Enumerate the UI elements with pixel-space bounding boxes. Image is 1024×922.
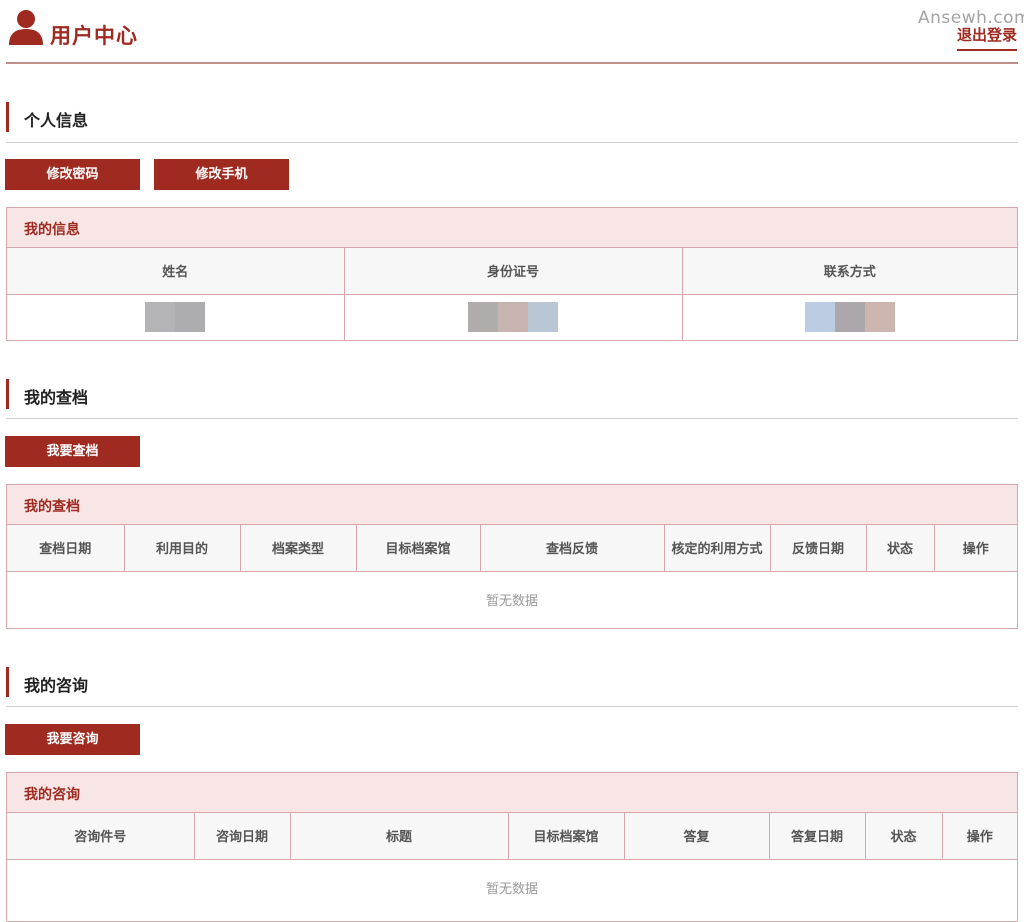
column-header: 答复日期 [769,813,866,860]
archive-table: 查档日期 利用目的 档案类型 目标档案馆 查档反馈 核定的利用方式 反馈日期 状… [7,525,1017,627]
page-title: 用户中心 [50,24,138,48]
column-header: 操作 [934,525,1017,572]
request-archive-button[interactable]: 我要查档 [5,436,140,467]
header-divider [6,62,1018,64]
empty-state: 暂无数据 [485,593,538,609]
redacted-name [145,302,206,333]
contact-cell [682,294,1017,340]
column-header: 状态 [866,525,935,572]
section-marker [6,667,9,697]
archive-panel: 我的查档 查档日期 利用目的 档案类型 目标档案馆 查档反馈 核定的利用方式 反… [6,484,1018,629]
redacted-contact [804,302,895,333]
logout-link[interactable]: 退出登录 [957,24,1018,51]
section-title: 我的咨询 [24,676,89,695]
my-info-table: 姓名 身份证号 联系方式 [7,248,1017,340]
panel-title: 我的咨询 [24,787,80,803]
panel-title: 我的信息 [24,222,80,238]
my-info-panel: 我的信息 姓名 身份证号 联系方式 [6,207,1018,341]
section-my-archive: 我的查档 [6,379,1018,409]
panel-title: 我的查档 [24,499,80,515]
column-header: 核定的利用方式 [664,525,771,572]
column-header: 利用目的 [124,525,241,572]
column-header: 咨询件号 [7,813,195,860]
user-icon [9,10,43,45]
column-header: 咨询日期 [194,813,291,860]
id-number-cell [344,294,683,340]
column-header: 操作 [942,813,1017,860]
column-header: 查档日期 [7,525,125,572]
column-header: 查档反馈 [480,525,665,572]
request-consult-button[interactable]: 我要咨询 [5,724,140,755]
empty-state: 暂无数据 [485,881,538,897]
section-my-consult: 我的咨询 [6,667,1018,697]
column-header: 答复 [624,813,770,860]
section-personal-info: 个人信息 [6,102,1018,132]
column-header: 联系方式 [682,248,1017,295]
consult-panel: 我的咨询 咨询件号 咨询日期 标题 目标档案馆 答复 答复日期 状态 操作 暂无… [6,772,1018,922]
column-header: 状态 [865,813,943,860]
name-cell [7,294,345,340]
panel-header: 我的咨询 [7,773,1017,813]
panel-header: 我的信息 [7,208,1017,248]
column-header: 档案类型 [240,525,357,572]
section-divider [6,418,1018,419]
change-password-button[interactable]: 修改密码 [5,159,140,190]
page-header: 用户中心 Ansewh.com 退出登录 [0,0,1024,64]
section-marker [6,379,9,409]
column-header: 目标档案馆 [508,813,625,860]
section-divider [6,706,1018,707]
column-header: 目标档案馆 [356,525,481,572]
consult-table: 咨询件号 咨询日期 标题 目标档案馆 答复 答复日期 状态 操作 暂无数据 [7,813,1017,915]
column-header: 身份证号 [344,248,683,295]
section-divider [6,142,1018,143]
section-title: 我的查档 [24,388,89,407]
panel-header: 我的查档 [7,485,1017,525]
column-header: 姓名 [7,248,345,295]
change-phone-button[interactable]: 修改手机 [154,159,289,190]
section-title: 个人信息 [24,111,89,130]
column-header: 反馈日期 [770,525,867,572]
column-header: 标题 [290,813,509,860]
section-marker [6,102,9,132]
redacted-id-number [468,302,558,333]
